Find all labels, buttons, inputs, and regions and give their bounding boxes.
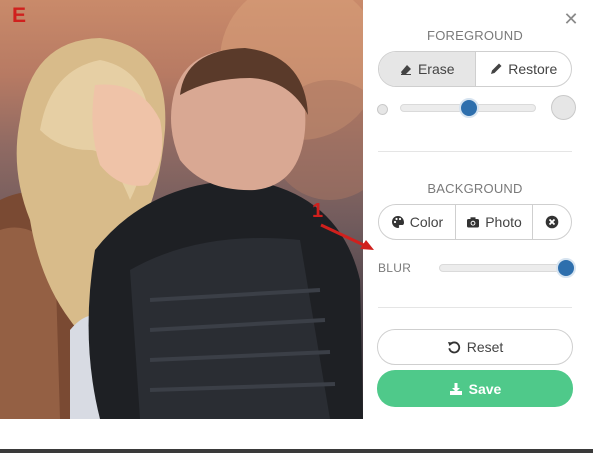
eraser-icon	[400, 65, 411, 75]
restore-button[interactable]: Restore	[476, 52, 572, 86]
undo-icon	[447, 341, 460, 354]
pencil-icon	[491, 63, 502, 74]
camera-icon	[467, 217, 480, 228]
remove-circle-icon	[545, 215, 559, 229]
remove-background-button[interactable]	[533, 205, 571, 239]
reset-button[interactable]: Reset	[377, 329, 573, 365]
annotation-number: 1	[312, 200, 324, 222]
foreground-title: FOREGROUND	[427, 28, 523, 43]
download-icon	[449, 382, 462, 395]
corner-label: E	[12, 4, 27, 27]
close-icon[interactable]: ✕	[562, 10, 580, 28]
preview-photo	[0, 0, 363, 419]
bottom-edge	[0, 449, 593, 453]
photo-illustration	[0, 0, 363, 419]
restore-label: Restore	[508, 61, 558, 77]
palette-icon	[391, 216, 404, 228]
background-mode-toggle: Color Photo	[378, 204, 572, 240]
photo-label: Photo	[485, 214, 522, 230]
photo-button[interactable]: Photo	[456, 205, 533, 239]
background-title: BACKGROUND	[427, 181, 523, 196]
brush-size-slider-thumb[interactable]	[459, 98, 480, 118]
blur-slider-track[interactable]	[439, 264, 566, 272]
blur-slider-thumb[interactable]	[556, 258, 576, 278]
brush-size-max-icon	[551, 95, 576, 120]
brush-size-min-icon	[377, 104, 388, 115]
blur-label: BLUR	[378, 261, 412, 275]
annotation-arrow-icon	[320, 223, 374, 250]
reset-label: Reset	[466, 339, 504, 355]
erase-label: Erase	[417, 61, 455, 77]
foreground-mode-toggle: Erase Restore	[378, 51, 572, 87]
section-divider	[378, 151, 572, 152]
section-divider	[378, 307, 572, 308]
save-label: Save	[468, 380, 502, 397]
save-button[interactable]: Save	[377, 370, 573, 407]
erase-button[interactable]: Erase	[379, 52, 476, 86]
color-button[interactable]: Color	[379, 205, 456, 239]
color-label: Color	[409, 214, 444, 230]
